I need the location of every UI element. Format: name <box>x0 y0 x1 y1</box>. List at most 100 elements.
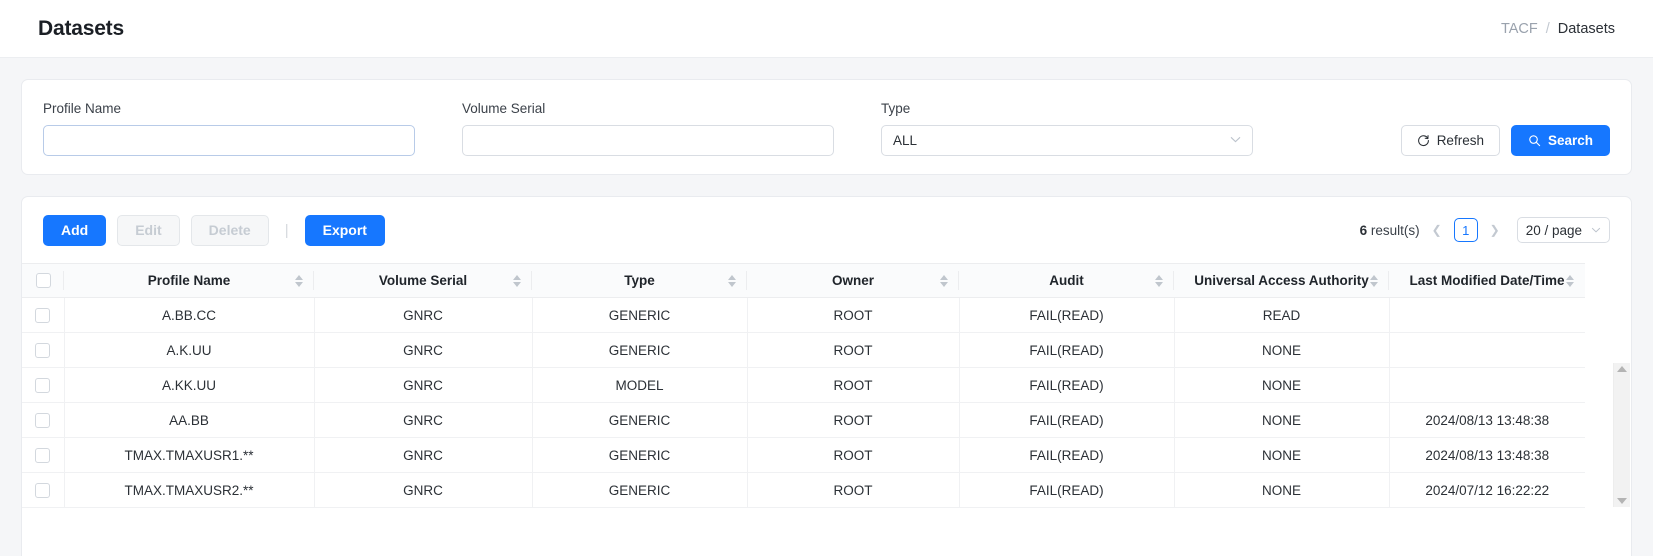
cell-volume-serial: GNRC <box>314 472 533 508</box>
scroll-up-arrow-icon[interactable] <box>1617 366 1627 372</box>
column-header-last-modified[interactable]: Last Modified Date/Time <box>1389 263 1585 298</box>
cell-volume-serial: GNRC <box>314 367 533 403</box>
type-label: Type <box>881 101 911 116</box>
column-header-audit[interactable]: Audit <box>959 263 1174 298</box>
cell-profile-name[interactable]: TMAX.TMAXUSR2.** <box>64 472 315 508</box>
sort-icon-type[interactable] <box>728 274 736 287</box>
breadcrumb-current: Datasets <box>1557 20 1615 37</box>
column-label-owner: Owner <box>831 273 874 288</box>
chevron-left-icon[interactable]: ❮ <box>1429 223 1445 237</box>
column-label-type: Type <box>624 273 655 288</box>
datasets-table-card: Add Edit Delete | Export 6 result(s) ❮ 1… <box>21 196 1632 556</box>
table-body: A.BB.CC GNRC GENERIC ROOT FAIL(READ) READ A.K.… <box>22 297 1585 508</box>
page-size-value: 20 / page <box>1525 222 1582 238</box>
cell-audit: FAIL(READ) <box>959 332 1175 368</box>
result-count-suffix: result(s) <box>1370 222 1420 238</box>
filter-profile-name: Profile Name <box>43 101 415 156</box>
column-header-owner[interactable]: Owner <box>747 263 959 298</box>
cell-type: GENERIC <box>532 332 748 368</box>
cell-universal-access-authority: NONE <box>1174 332 1390 368</box>
result-count-number: 6 <box>1359 222 1368 238</box>
column-label-volume-serial: Volume Serial <box>378 273 468 288</box>
row-checkbox[interactable] <box>35 447 51 463</box>
filter-volume-serial: Volume Serial <box>462 101 834 156</box>
cell-owner: ROOT <box>747 367 960 403</box>
cell-owner: ROOT <box>747 402 960 438</box>
cell-profile-name[interactable]: AA.BB <box>64 402 315 438</box>
column-header-type[interactable]: Type <box>532 263 747 298</box>
filter-panel: Profile Name Volume Serial Type ALL Refr… <box>21 79 1632 175</box>
table-row[interactable]: TMAX.TMAXUSR1.** GNRC GENERIC ROOT FAIL(READ… <box>22 437 1585 473</box>
column-label-profile-name: Profile Name <box>147 273 231 288</box>
table-toolbar: Add Edit Delete | Export 6 result(s) ❮ 1… <box>22 197 1631 263</box>
page-number-1[interactable]: 1 <box>1453 218 1478 242</box>
refresh-button-label: Refresh <box>1436 133 1484 148</box>
breadcrumb-separator: / <box>1545 20 1550 37</box>
cell-audit: FAIL(READ) <box>959 367 1175 403</box>
row-select-cell <box>22 367 65 403</box>
cell-type: GENERIC <box>532 297 748 333</box>
row-checkbox[interactable] <box>35 412 51 428</box>
scroll-down-arrow-icon[interactable] <box>1617 498 1627 504</box>
export-button[interactable]: Export <box>304 214 385 246</box>
row-checkbox[interactable] <box>35 377 51 393</box>
sort-icon-volume-serial[interactable] <box>513 274 521 287</box>
sort-icon-audit[interactable] <box>1155 274 1163 287</box>
sort-icon-last-modified[interactable] <box>1566 274 1574 287</box>
volume-serial-input[interactable] <box>462 125 834 156</box>
table-row[interactable]: A.K.UU GNRC GENERIC ROOT FAIL(READ) NONE <box>22 332 1585 368</box>
search-icon <box>1528 134 1541 147</box>
row-checkbox[interactable] <box>35 307 51 323</box>
table-row[interactable]: A.BB.CC GNRC GENERIC ROOT FAIL(READ) READ <box>22 297 1585 333</box>
refresh-icon <box>1417 134 1430 147</box>
column-label-universal-access-authority: Universal Access Authority <box>1194 273 1369 288</box>
search-button-label: Search <box>1547 133 1593 148</box>
volume-serial-label: Volume Serial <box>462 101 546 116</box>
page-size-chevron-down-icon <box>1591 226 1601 235</box>
refresh-button[interactable]: Refresh <box>1400 125 1500 156</box>
result-count: 6 result(s) <box>1360 223 1420 238</box>
cell-last-modified: 2024/08/13 13:48:38 <box>1389 402 1585 438</box>
column-label-last-modified: Last Modified Date/Time <box>1409 273 1565 288</box>
edit-button[interactable]: Edit <box>117 214 180 246</box>
cell-owner: ROOT <box>747 437 960 473</box>
column-header-universal-access-authority[interactable]: Universal Access Authority <box>1174 263 1389 298</box>
type-select[interactable]: ALL <box>881 125 1253 156</box>
row-checkbox[interactable] <box>35 482 51 498</box>
table-vertical-scrollbar[interactable] <box>1613 363 1630 507</box>
cell-universal-access-authority: NONE <box>1174 472 1390 508</box>
cell-profile-name[interactable]: TMAX.TMAXUSR1.** <box>64 437 315 473</box>
chevron-right-icon[interactable]: ❯ <box>1487 223 1503 237</box>
delete-button[interactable]: Delete <box>190 214 269 246</box>
sort-icon-profile-name[interactable] <box>295 274 303 287</box>
profile-name-input[interactable] <box>43 125 415 156</box>
row-select-cell <box>22 472 65 508</box>
column-header-profile-name[interactable]: Profile Name <box>64 263 314 298</box>
column-header-volume-serial[interactable]: Volume Serial <box>314 263 532 298</box>
add-button[interactable]: Add <box>43 214 107 246</box>
filter-type: Type ALL <box>881 101 1253 156</box>
table-head: Profile Name Volume Serial Type Owner Au… <box>22 263 1585 298</box>
search-button[interactable]: Search <box>1510 125 1610 156</box>
breadcrumb-parent[interactable]: TACF <box>1501 21 1538 37</box>
cell-profile-name[interactable]: A.KK.UU <box>64 367 315 403</box>
cell-audit: FAIL(READ) <box>959 402 1175 438</box>
cell-audit: FAIL(READ) <box>959 297 1175 333</box>
row-checkbox[interactable] <box>35 342 51 358</box>
row-select-cell <box>22 437 65 473</box>
select-all-checkbox[interactable] <box>35 273 51 288</box>
page-size-select[interactable]: 20 / page <box>1516 217 1610 243</box>
page-title: Datasets <box>38 16 124 40</box>
cell-volume-serial: GNRC <box>314 402 533 438</box>
cell-universal-access-authority: NONE <box>1174 437 1390 473</box>
filter-actions: Refresh Search <box>1400 125 1610 156</box>
table-row[interactable]: TMAX.TMAXUSR2.** GNRC GENERIC ROOT FAIL(READ… <box>22 472 1585 508</box>
table-header-row: Profile Name Volume Serial Type Owner Au… <box>22 263 1585 298</box>
sort-icon-owner[interactable] <box>940 274 948 287</box>
table-row[interactable]: AA.BB GNRC GENERIC ROOT FAIL(READ) NONE 2024/0… <box>22 402 1585 438</box>
cell-profile-name[interactable]: A.K.UU <box>64 332 315 368</box>
table-row[interactable]: A.KK.UU GNRC MODEL ROOT FAIL(READ) NONE <box>22 367 1585 403</box>
sort-icon-universal-access-authority[interactable] <box>1370 274 1378 287</box>
cell-owner: ROOT <box>747 472 960 508</box>
cell-profile-name[interactable]: A.BB.CC <box>64 297 315 333</box>
